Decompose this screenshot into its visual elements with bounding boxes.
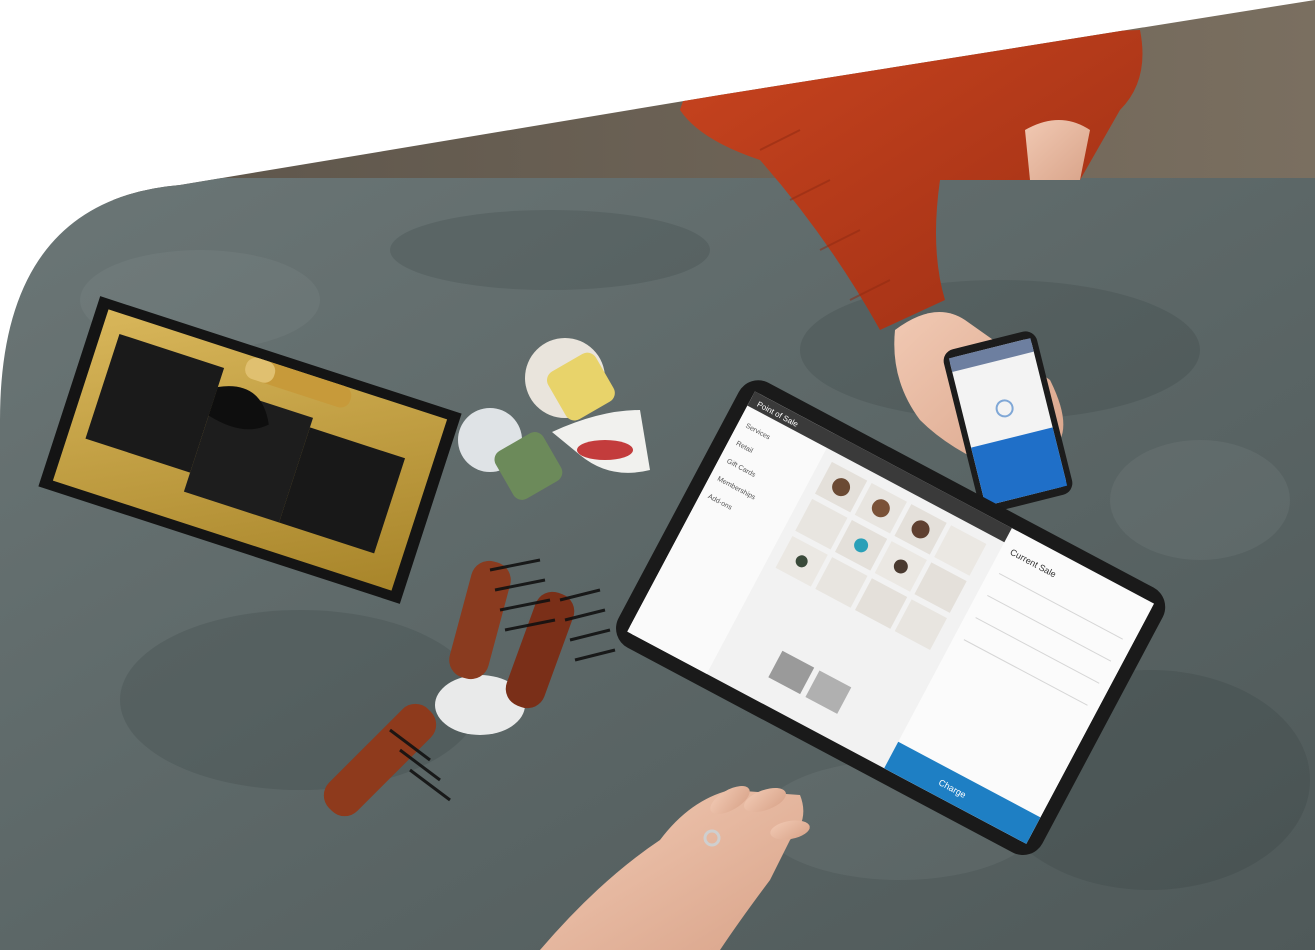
scene-illustration: Point of Sale Services Retail Gift Cards…: [0, 0, 1315, 950]
photo-scene: Point of Sale Services Retail Gift Cards…: [0, 0, 1315, 950]
